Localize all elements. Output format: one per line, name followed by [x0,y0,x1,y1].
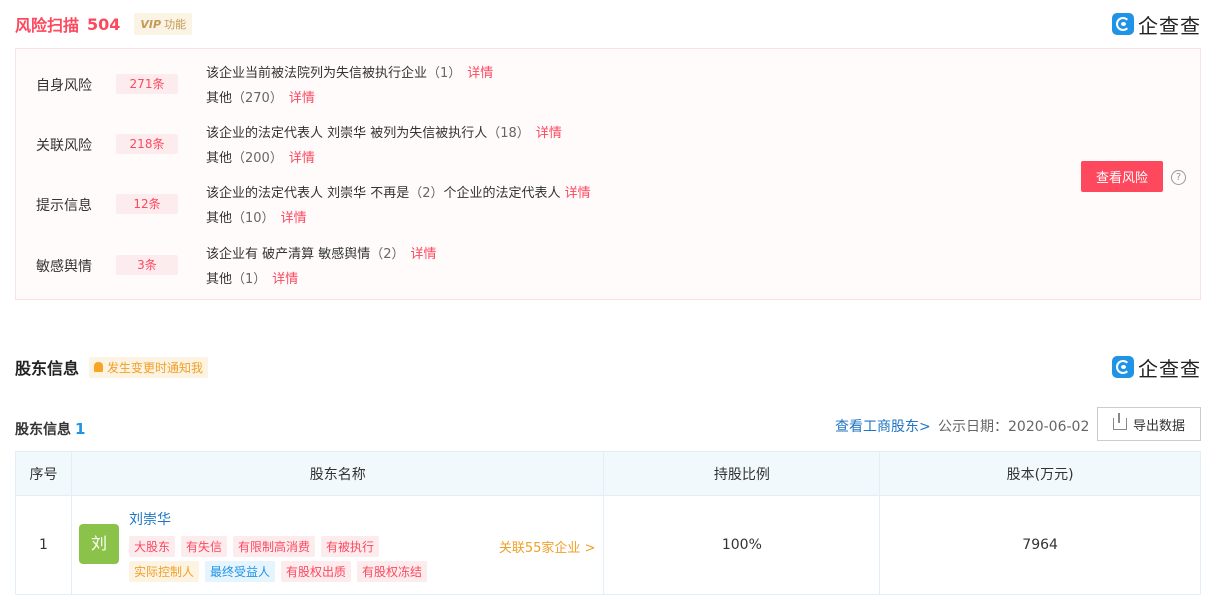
column-header-ratio: 持股比例 [603,451,881,496]
risk-line-num: （1） [427,66,462,81]
risk-line-1: 该企业有 破产清算 敏感舆情（2） 详情 [206,243,437,262]
download-icon [1112,413,1127,430]
risk-line-text: 该企业的法定代表人 刘崇华 被列为失信被执行人 [206,126,488,141]
detail-link[interactable]: 详情 [289,151,315,166]
risk-line-num: （200） [232,151,283,166]
tag-actual-controller[interactable]: 实际控制人 [128,561,199,582]
avatar: 刘 [78,524,119,564]
shareholder-name-link[interactable]: 刘崇华 [129,509,171,529]
qichacha-logo-text: 企查查 [1138,13,1201,38]
detail-link[interactable]: 详情 [289,91,315,106]
risk-line-num: （2） [370,247,405,262]
detail-link[interactable]: 详情 [467,66,493,81]
shareholder-count: 1 [75,420,86,438]
notify-badge-text: 发生变更时通知我 [107,360,204,375]
tag-ultimate-beneficiary[interactable]: 最终受益人 [204,561,275,582]
risk-count-tag[interactable]: 218条 [116,134,178,154]
risk-label: 关联风险 [36,138,92,154]
column-header-capital: 股本(万元) [879,451,1201,496]
tag-row-1: 大股东 有失信 有限制高消费 有被执行 [128,536,380,557]
risk-line-2: 其他（270） 详情 [206,87,315,106]
risk-line-2: 其他（1） 详情 [206,268,298,287]
risk-panel: 自身风险 271条 该企业当前被法院列为失信被执行企业（1） 详情 其他（270）… [15,48,1201,300]
risk-count-tag[interactable]: 3条 [116,255,178,275]
share-capital: 7964 [879,495,1201,595]
risk-line-1: 该企业的法定代表人 刘崇华 不再是（2）个企业的法定代表人 详情 [206,182,591,201]
tag-dishonest[interactable]: 有失信 [180,536,227,557]
row-index: 1 [15,495,72,595]
risk-scan-count: 504 [87,14,121,34]
export-label: 导出数据 [1132,418,1185,434]
risk-line-text: 该企业有 破产清算 敏感舆情 [206,247,371,262]
table-row: 1 刘 刘崇华 大股东 有失信 有限制高消费 有被执行 实际控制人 最终受益人 … [15,495,1201,595]
detail-link[interactable]: 详情 [411,247,437,262]
shareholding-ratio: 100% [603,495,881,595]
tag-equity-pledge[interactable]: 有股权出质 [280,561,351,582]
risk-line-2: 其他（10） 详情 [206,207,307,226]
risk-row-related: 关联风险 218条 该企业的法定代表人 刘崇华 被列为失信被执行人（18） 详情 … [16,119,1016,169]
table-header-row: 序号 股东名称 持股比例 股本(万元) [15,451,1201,496]
shareholder-title: 股东信息 [15,359,80,378]
risk-line-num: （270） [232,91,283,106]
associated-companies-link[interactable]: 关联55家企业 > [499,537,596,556]
risk-row-self: 自身风险 271条 该企业当前被法院列为失信被执行企业（1） 详情 其他（270）… [16,59,1016,109]
risk-scan-header: 风险扫描 504 VIP 功能 企查查 [15,10,1201,38]
column-header-index: 序号 [15,451,72,496]
risk-line-text: 其他 [206,91,233,106]
risk-line-text-after: 个企业的法定代表人 [443,186,561,201]
risk-line-text: 其他 [206,211,233,226]
tag-row-2: 实际控制人 最终受益人 有股权出质 有股权冻结 [128,561,428,582]
shareholder-subheader: 股东信息 1 查看工商股东> 公示日期：2020-06-02 导出数据 [15,407,1201,441]
vip-mark: VIP [140,17,162,31]
tag-equity-freeze[interactable]: 有股权冻结 [357,561,428,582]
view-registered-shareholders-link[interactable]: 查看工商股东> [835,416,931,436]
subtitle-text: 股东信息 [15,422,71,438]
shareholder-subtitle: 股东信息 1 [15,419,85,439]
detail-link[interactable]: 详情 [272,272,298,287]
risk-line-num: （18） [487,126,530,141]
risk-line-1: 该企业的法定代表人 刘崇华 被列为失信被执行人（18） 详情 [206,122,562,141]
view-risk-button[interactable]: 查看风险 [1081,161,1163,192]
qichacha-logo-icon [1112,356,1134,378]
tag-consumption-restriction[interactable]: 有限制高消费 [232,536,315,557]
risk-line-num: （1） [232,272,267,287]
risk-line-1: 该企业当前被法院列为失信被执行企业（1） 详情 [206,62,493,81]
qichacha-logo[interactable]: 企查查 [1112,353,1201,382]
shareholder-header: 股东信息 发生变更时通知我 企查查 [15,353,1201,381]
risk-line-text: 该企业当前被法院列为失信被执行企业 [206,66,428,81]
notify-change-button[interactable]: 发生变更时通知我 [89,356,209,378]
detail-link[interactable]: 详情 [281,211,307,226]
risk-count-tag[interactable]: 271条 [116,74,178,94]
risk-line-2: 其他（200） 详情 [206,147,315,166]
risk-label: 提示信息 [36,198,92,214]
tag-major-shareholder[interactable]: 大股东 [128,536,175,557]
risk-line-num: （10） [232,211,275,226]
bell-icon [94,362,104,372]
risk-line-num: （2） [409,186,444,201]
publish-date: 公示日期：2020-06-02 [938,419,1090,435]
risk-label: 自身风险 [36,78,92,94]
export-data-button[interactable]: 导出数据 [1097,407,1201,441]
shareholder-name-cell: 刘 刘崇华 大股东 有失信 有限制高消费 有被执行 实际控制人 最终受益人 有股… [70,495,605,595]
qichacha-logo-text: 企查查 [1138,356,1201,381]
risk-line-text: 该企业的法定代表人 刘崇华 不再是 [206,186,410,201]
risk-scan-title: 风险扫描 [15,16,80,35]
detail-link[interactable]: 详情 [565,186,591,201]
risk-line-text: 其他 [206,272,233,287]
help-icon[interactable]: ? [1171,170,1186,185]
tag-executed[interactable]: 有被执行 [321,536,380,557]
vip-badge: VIP 功能 [134,13,193,35]
detail-link[interactable]: 详情 [536,126,562,141]
qichacha-logo[interactable]: 企查查 [1112,10,1201,39]
risk-label: 敏感舆情 [36,259,92,275]
risk-line-text: 其他 [206,151,233,166]
column-header-name: 股东名称 [70,451,605,496]
vip-badge-text: 功能 [164,18,187,31]
qichacha-logo-icon [1112,13,1134,35]
risk-row-notice: 提示信息 12条 该企业的法定代表人 刘崇华 不再是（2）个企业的法定代表人 详情… [16,179,1016,229]
risk-row-sentiment: 敏感舆情 3条 该企业有 破产清算 敏感舆情（2） 详情 其他（1） 详情 [16,239,1016,289]
shareholder-table: 序号 股东名称 持股比例 股本(万元) 1 刘 刘崇华 大股东 有失信 有限制高… [15,451,1201,595]
risk-count-tag[interactable]: 12条 [116,194,178,214]
